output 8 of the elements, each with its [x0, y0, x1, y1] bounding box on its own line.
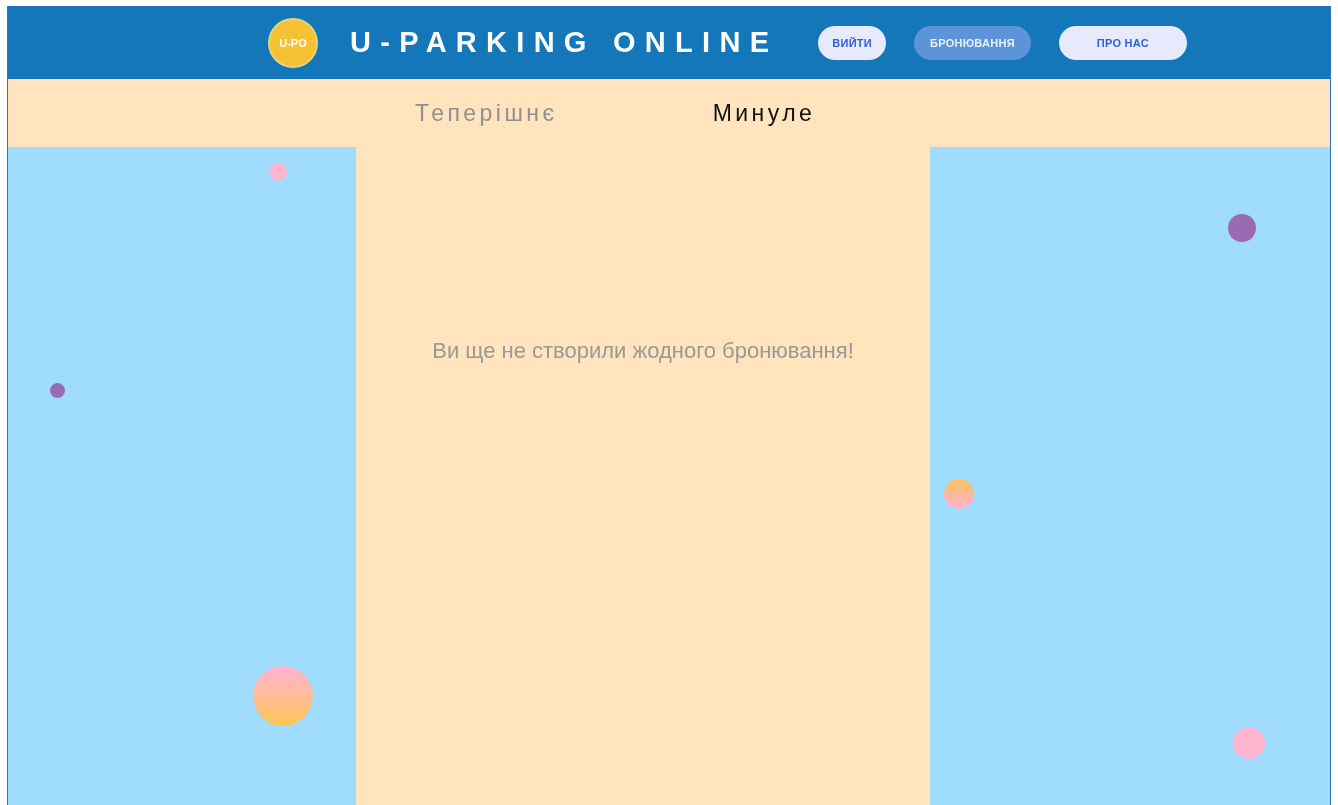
logo: U-PO: [268, 18, 318, 68]
tab[interactable]: Теперішнє: [415, 95, 558, 131]
nav-button[interactable]: ПРО НАС: [1058, 26, 1187, 60]
site-title: U-PARKING ONLINE: [350, 25, 779, 61]
nav-button[interactable]: ВИЙТИ: [818, 26, 887, 60]
nav-button[interactable]: БРОНЮВАННЯ: [914, 26, 1031, 60]
tab[interactable]: Минуле: [712, 95, 816, 131]
empty-message: Ви ще не створили жодного бронювання!: [432, 337, 854, 365]
